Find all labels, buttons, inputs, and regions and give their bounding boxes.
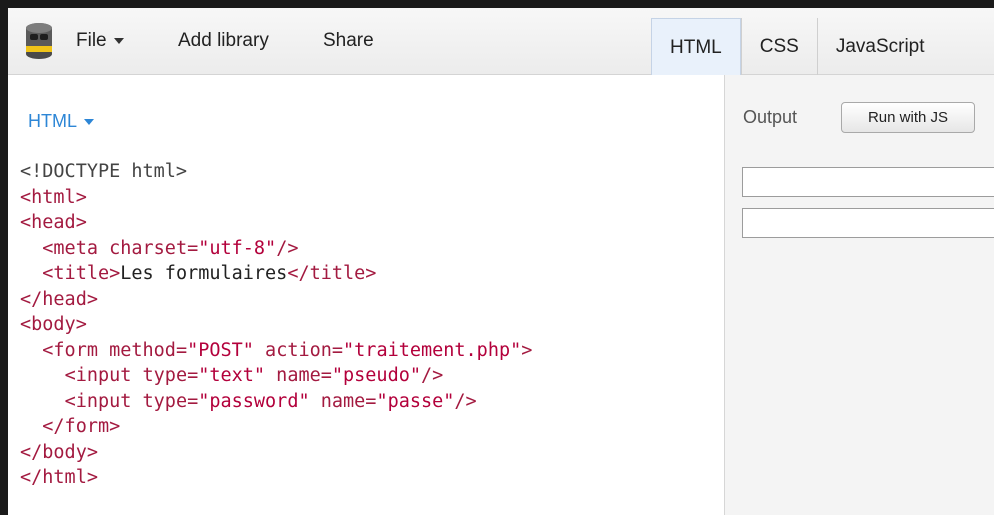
output-pane: Output Run with JS	[725, 75, 994, 515]
code-line: </form>	[42, 416, 121, 437]
code-line: <!DOCTYPE html>	[20, 159, 532, 185]
database-cylinder-icon[interactable]	[24, 22, 54, 60]
file-menu[interactable]: File	[76, 30, 124, 52]
code-line: <input type="text" name="pseudo"/>	[64, 365, 444, 386]
tab-css[interactable]: CSS	[740, 18, 817, 75]
code-line: <html>	[20, 186, 87, 208]
code-line: <meta charset="utf-8"/>	[42, 237, 299, 259]
code-line: </head>	[20, 288, 98, 310]
add-library-menu[interactable]: Add library	[178, 30, 269, 52]
language-label: HTML	[28, 111, 77, 131]
chevron-down-icon	[84, 119, 94, 126]
tab-javascript[interactable]: JavaScript	[816, 18, 943, 75]
passe-input[interactable]	[742, 208, 994, 238]
code-line: <input type="password" name="passe"/>	[64, 390, 477, 412]
jsbin-window: File Add library Share HTML CSS JavaScri…	[0, 0, 994, 515]
code-line: <title>Les formulaires</title>	[42, 263, 377, 284]
share-menu[interactable]: Share	[323, 30, 374, 52]
code-line: </html>	[20, 467, 98, 488]
code-line: <body>	[20, 314, 87, 335]
output-label: Output	[743, 107, 798, 127]
code-line-text: <!DOCTYPE html>	[20, 161, 188, 182]
file-menu-label: File	[76, 30, 107, 51]
chevron-down-icon	[113, 37, 124, 44]
run-with-js-button[interactable]: Run with JS	[841, 102, 975, 133]
code-line: <head>	[20, 212, 87, 233]
html-editor-pane[interactable]: HTML <!DOCTYPE html> <html> <head> <meta c…	[8, 75, 725, 515]
code-line: <form method="POST" action="traitement.p…	[42, 339, 533, 361]
code-area[interactable]: <!DOCTYPE html> <html> <head> <meta charse…	[20, 159, 532, 491]
tab-html[interactable]: HTML	[651, 18, 741, 75]
language-dropdown[interactable]: HTML	[28, 111, 94, 132]
pseudo-input[interactable]	[742, 167, 994, 197]
code-line: </body>	[20, 441, 98, 463]
panel-tabs: HTML CSS JavaScript	[651, 18, 943, 75]
top-toolbar: File Add library Share HTML CSS JavaScri…	[8, 8, 994, 75]
